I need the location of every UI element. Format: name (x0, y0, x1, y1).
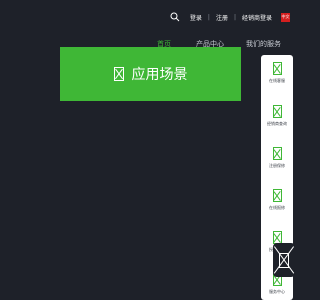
nav-item-services[interactable]: 我们的服务 (246, 39, 281, 49)
side-item-label: 在线报修 (269, 205, 285, 210)
side-item-dealer-query[interactable]: 经销商查询 (261, 105, 293, 127)
side-item-repair[interactable]: 在线报修 (261, 189, 293, 211)
dealer-login-link[interactable]: 经销商登录 (242, 13, 272, 22)
floating-toggle-button[interactable] (273, 243, 295, 277)
register-link[interactable]: 注册 (216, 13, 228, 22)
hero-banner[interactable]: 应用场景 (60, 47, 241, 101)
image-placeholder-icon (272, 62, 282, 75)
side-item-label: 服务中心 (269, 289, 285, 294)
side-item-warranty[interactable]: 注册保修 (261, 147, 293, 169)
side-item-label: 注册保修 (269, 163, 285, 168)
side-item-label: 在线客服 (269, 78, 285, 83)
image-placeholder-icon (272, 105, 282, 118)
side-item-label: 经销商查询 (267, 121, 287, 126)
login-link[interactable]: 登录 (190, 13, 202, 22)
image-placeholder-icon (272, 147, 282, 160)
image-placeholder-icon (279, 252, 289, 268)
separator: | (233, 13, 236, 21)
side-item-online-service[interactable]: 在线客服 (261, 62, 293, 84)
separator: | (207, 13, 210, 21)
language-flag-icon[interactable]: 中文 (281, 12, 290, 22)
image-placeholder-icon (113, 67, 124, 81)
flag-text: 中文 (281, 14, 290, 19)
search-icon[interactable] (170, 12, 180, 22)
image-placeholder-icon (272, 189, 282, 202)
hero-title: 应用场景 (131, 67, 188, 83)
top-bar: 登录 | 注册 | 经销商登录 中文 (0, 0, 300, 34)
